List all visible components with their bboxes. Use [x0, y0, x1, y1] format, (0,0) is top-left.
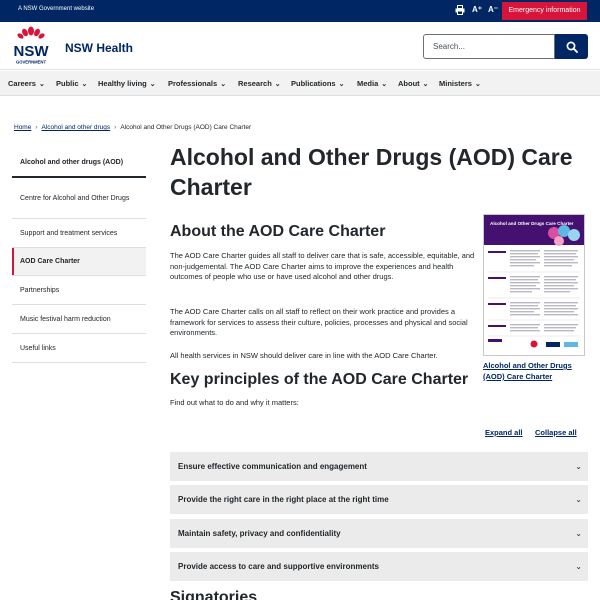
accordion-label: Provide access to care and supportive en…	[178, 562, 379, 571]
accordion-access[interactable]: Provide access to care and supportive en…	[170, 552, 588, 581]
chevron-down-icon: ⌄	[575, 462, 582, 471]
about-heading: About the AOD Care Charter	[170, 223, 386, 240]
signatories-heading: Signatories	[170, 589, 258, 600]
thumbnail-title: Alcohol and Other Drugs Care Charter	[490, 221, 574, 226]
about-paragraph-1: The AOD Care Charter guides all staff to…	[170, 251, 475, 281]
nav-item-careers[interactable]: Careers ⌄	[8, 71, 45, 96]
breadcrumb-current: Alcohol and Other Drugs (AOD) Care Chart…	[120, 124, 252, 131]
nav-item-public[interactable]: Public ⌄	[56, 71, 87, 96]
gov-website-text: A NSW Government website	[18, 6, 95, 12]
expand-all-link[interactable]: Expand all	[485, 428, 523, 437]
breadcrumb-aod-link[interactable]: Alcohol and other drugs	[42, 124, 111, 131]
nav-item-label: Media	[357, 79, 379, 88]
nav-item-professionals[interactable]: Professionals ⌄	[168, 71, 226, 96]
nav-item-label: Careers	[8, 79, 36, 88]
nav-item-healthy-living[interactable]: Healthy living ⌄	[98, 71, 156, 96]
page-title: Alcohol and Other Drugs (AOD) Care Chart…	[170, 144, 573, 200]
sidebar-item-label: Useful links	[20, 344, 56, 352]
chevron-down-icon: ⌄	[474, 81, 481, 88]
nav-item-publications[interactable]: Publications ⌄	[291, 71, 344, 96]
search-icon	[566, 41, 578, 53]
accordion-label: Provide the right care in the right plac…	[178, 495, 389, 504]
chevron-down-icon: ⌄	[575, 562, 582, 571]
sidebar-item-label: AOD Care Charter	[20, 258, 80, 265]
sidebar-item-label: Support and treatment services	[20, 229, 118, 237]
accordion-right-care[interactable]: Provide the right care in the right plac…	[170, 485, 588, 514]
nav-item-label: Public	[56, 79, 79, 88]
care-charter-document-thumbnail[interactable]: Alcohol and Other Drugs Care Charter	[483, 214, 585, 356]
sidebar-item-centre[interactable]: Centre for Alcohol and Other Drugs	[12, 178, 146, 219]
chevron-down-icon: ⌄	[575, 495, 582, 504]
chevron-down-icon: ⌄	[338, 81, 345, 88]
chevron-down-icon: ⌄	[81, 81, 88, 88]
print-icon[interactable]	[453, 3, 467, 17]
nav-item-label: About	[398, 79, 420, 88]
increase-text-icon[interactable]: A⁺	[470, 3, 484, 17]
breadcrumb-home-link[interactable]: Home	[14, 124, 31, 131]
nav-item-label: Research	[238, 79, 272, 88]
nsw-government-logo[interactable]: NSW GOVERNMENT	[12, 26, 50, 66]
logo-subtext: GOVERNMENT	[16, 60, 46, 65]
sidebar-item-music-festival[interactable]: Music festival harm reduction	[12, 305, 146, 334]
principles-heading: Key principles of the AOD Care Charter	[170, 371, 469, 388]
accordion-communication[interactable]: Ensure effective communication and engag…	[170, 452, 588, 481]
nav-item-label: Publications	[291, 79, 336, 88]
sidebar-item-label: Centre for Alcohol and Other Drugs	[20, 194, 130, 202]
sidebar-item-aod[interactable]: Alcohol and other drugs (AOD)	[12, 148, 146, 178]
sidebar-item-label: Music festival harm reduction	[20, 315, 111, 323]
section-sidebar: Alcohol and other drugs (AOD) Centre for…	[12, 148, 146, 363]
site-name[interactable]: NSW Health	[65, 41, 133, 55]
main-navigation: Careers ⌄ Public ⌄ Healthy living ⌄ Profess…	[0, 71, 600, 96]
sidebar-item-partnerships[interactable]: Partnerships	[12, 276, 146, 305]
accordion-safety[interactable]: Maintain safety, privacy and confidentia…	[170, 519, 588, 548]
about-paragraph-3: All health services in NSW should delive…	[170, 351, 438, 360]
about-paragraph-2: The AOD Care Charter calls on all staff …	[170, 307, 468, 337]
sidebar-item-label: Alcohol and other drugs (AOD)	[20, 158, 124, 166]
chevron-down-icon: ⌄	[422, 81, 429, 88]
nav-item-label: Healthy living	[98, 79, 147, 88]
chevron-down-icon: ⌄	[381, 81, 388, 88]
nav-item-research[interactable]: Research ⌄	[238, 71, 281, 96]
nav-item-ministers[interactable]: Ministers ⌄	[439, 71, 481, 96]
gov-topbar: A NSW Government website A⁺ A⁻ Emergency…	[0, 0, 600, 22]
accordion-label: Maintain safety, privacy and confidentia…	[178, 529, 341, 538]
sidebar-item-useful-links[interactable]: Useful links	[12, 334, 146, 363]
collapse-all-link[interactable]: Collapse all	[535, 428, 577, 437]
site-header: NSW GOVERNMENT NSW Health	[0, 22, 600, 70]
search-input[interactable]	[423, 34, 555, 59]
chevron-down-icon: ⌄	[149, 81, 156, 88]
sidebar-item-support[interactable]: Support and treatment services	[12, 219, 146, 248]
sidebar-item-label: Partnerships	[20, 286, 60, 294]
emergency-information-button[interactable]: Emergency information	[502, 2, 587, 20]
chevron-down-icon: ⌄	[38, 81, 45, 88]
chevron-down-icon: ⌄	[220, 81, 227, 88]
breadcrumb: Home › Alcohol and other drugs › Alcohol and…	[14, 124, 251, 131]
nav-item-label: Professionals	[168, 79, 218, 88]
decrease-text-icon[interactable]: A⁻	[486, 3, 500, 17]
nav-item-media[interactable]: Media ⌄	[357, 71, 387, 96]
chevron-down-icon: ⌄	[575, 529, 582, 538]
logo-wordmark: NSW	[14, 43, 50, 60]
care-charter-document-link[interactable]: Alcohol and Other Drugs (AOD) Care Chart…	[483, 360, 593, 382]
nav-item-label: Ministers	[439, 79, 472, 88]
chevron-right-icon: ›	[35, 124, 38, 131]
search-button[interactable]	[555, 34, 588, 59]
chevron-right-icon: ›	[114, 124, 117, 131]
chevron-down-icon: ⌄	[274, 81, 281, 88]
principles-intro: Find out what to do and why it matters:	[170, 398, 299, 407]
accordion-label: Ensure effective communication and engag…	[178, 462, 367, 471]
sidebar-item-care-charter[interactable]: AOD Care Charter	[12, 248, 146, 276]
nav-item-about[interactable]: About ⌄	[398, 71, 429, 96]
